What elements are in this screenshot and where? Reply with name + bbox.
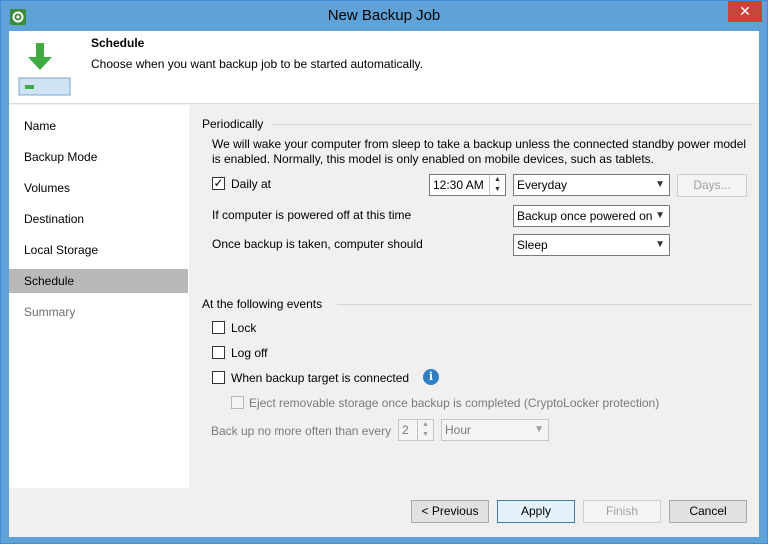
chevron-down-icon: ▼ [655, 210, 665, 221]
sidebar-item-summary: Summary [24, 305, 76, 319]
time-spin-buttons[interactable]: ▲ ▼ [489, 175, 505, 195]
target-connected-checkbox[interactable] [212, 371, 225, 384]
info-icon[interactable]: i [423, 369, 439, 385]
often-unit-value: Hour [445, 423, 472, 437]
events-group-label: At the following events [202, 297, 323, 311]
often-label: Back up no more often than every [211, 424, 392, 438]
lock-label: Lock [231, 321, 257, 335]
periodically-group-label: Periodically [202, 117, 264, 131]
chevron-down-icon[interactable]: ▼ [490, 185, 505, 195]
close-button[interactable]: ✕ [728, 1, 762, 22]
chevron-down-icon: ▼ [655, 239, 665, 250]
daily-label: Daily at [231, 177, 272, 191]
after-backup-select[interactable]: Sleep ▼ [513, 234, 670, 256]
dialog-content: Schedule Choose when you want backup job… [9, 31, 759, 537]
often-count-stepper: 2 ▲ ▼ [398, 419, 434, 441]
wake-note-line-2: is enabled. Normally, this model is only… [212, 152, 655, 166]
chevron-down-icon: ▼ [534, 424, 544, 435]
window-title: New Backup Job [327, 7, 441, 24]
previous-button[interactable]: < Previous [411, 500, 489, 523]
after-backup-value: Sleep [517, 238, 548, 252]
wizard-footer: < Previous Apply Finish Cancel [9, 488, 759, 537]
sidebar-item-volumes[interactable]: Volumes [9, 176, 188, 200]
page-description: Choose when you want backup job to be st… [91, 57, 423, 71]
days-button: Days... [677, 174, 747, 197]
daily-checkbox[interactable]: ✓ [212, 177, 225, 190]
backup-job-window: New Backup Job ✕ Schedule Choose when yo… [0, 0, 768, 544]
count-spin-buttons: ▲ ▼ [417, 420, 433, 440]
chevron-up-icon: ▲ [422, 421, 429, 428]
logoff-checkbox[interactable] [212, 346, 225, 359]
wizard-header: Schedule Choose when you want backup job… [9, 31, 759, 104]
powered-off-value: Backup once powered on [517, 209, 653, 223]
chevron-down-icon: ▼ [655, 179, 665, 190]
eject-label: Eject removable storage once backup is c… [249, 396, 660, 410]
logoff-label: Log off [231, 346, 268, 360]
download-to-disk-icon [17, 41, 73, 97]
powered-off-label: If computer is powered off at this time [212, 208, 412, 222]
sidebar-item-name[interactable]: Name [9, 114, 188, 138]
apply-button[interactable]: Apply [497, 500, 575, 523]
chevron-up-icon[interactable]: ▲ [490, 175, 505, 185]
page-title: Schedule [91, 36, 145, 50]
after-backup-label: Once backup is taken, computer should [212, 237, 423, 251]
schedule-panel: Periodically We will wake your computer … [189, 105, 759, 488]
wake-note-line-1: We will wake your computer from sleep to… [212, 137, 747, 151]
sidebar-item-schedule[interactable]: Schedule [9, 269, 188, 293]
cancel-button[interactable]: Cancel [669, 500, 747, 523]
sidebar-item-local-storage[interactable]: Local Storage [9, 238, 188, 262]
often-unit-select: Hour ▼ [441, 419, 549, 441]
daily-time-picker[interactable]: 12:30 AM ▲ ▼ [429, 174, 506, 196]
frequency-value: Everyday [517, 178, 568, 192]
title-bar[interactable]: New Backup Job ✕ [1, 1, 767, 31]
frequency-select[interactable]: Everyday ▼ [513, 174, 670, 196]
eject-checkbox [231, 396, 244, 409]
wizard-steps-sidebar: Name Backup Mode Volumes Destination Loc… [9, 105, 189, 488]
sidebar-item-backup-mode[interactable]: Backup Mode [9, 145, 188, 169]
often-count-value: 2 [402, 423, 409, 437]
lock-checkbox[interactable] [212, 321, 225, 334]
daily-time-value: 12:30 AM [433, 178, 484, 192]
chevron-down-icon: ▼ [422, 431, 429, 438]
sidebar-item-destination[interactable]: Destination [9, 207, 188, 231]
finish-button: Finish [583, 500, 661, 523]
divider [337, 304, 752, 305]
divider [272, 124, 752, 125]
powered-off-select[interactable]: Backup once powered on ▼ [513, 205, 670, 227]
target-connected-label: When backup target is connected [231, 371, 410, 385]
